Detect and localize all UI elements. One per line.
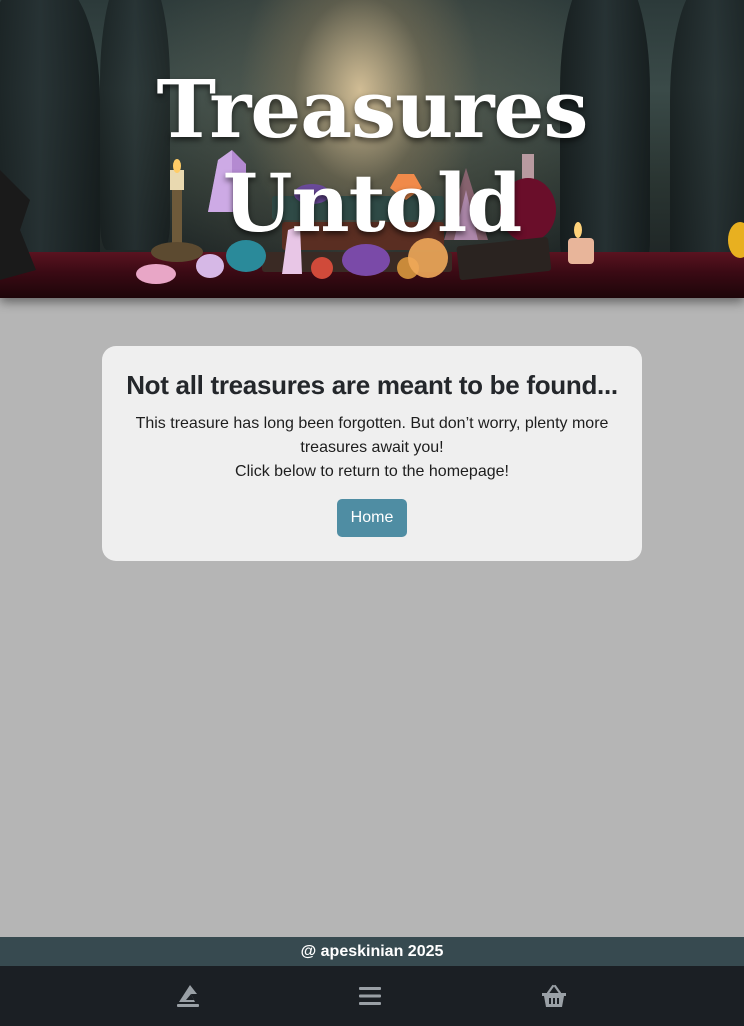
- not-found-message: This treasure has long been forgotten. B…: [132, 412, 612, 484]
- site-title: Treasures Untold: [156, 62, 589, 250]
- not-found-heading: Not all treasures are meant to be found.…: [126, 370, 618, 400]
- message-line-1: This treasure has long been forgotten. B…: [135, 415, 609, 456]
- copyright-bar: @ apeskinian 2025: [0, 937, 744, 966]
- basket-icon: [542, 984, 566, 1007]
- bottom-nav: [0, 966, 744, 1026]
- message-line-2: Click below to return to the homepage!: [235, 463, 509, 480]
- nav-home-button[interactable]: [171, 980, 205, 1012]
- wizard-hat-icon: [177, 985, 199, 1007]
- menu-icon: [359, 987, 381, 1005]
- home-button[interactable]: Home: [337, 499, 407, 537]
- hero-banner: Treasures Untold: [0, 0, 744, 298]
- nav-basket-button[interactable]: [537, 980, 571, 1012]
- not-found-card: Not all treasures are meant to be found.…: [102, 346, 642, 561]
- nav-menu-button[interactable]: [353, 980, 387, 1012]
